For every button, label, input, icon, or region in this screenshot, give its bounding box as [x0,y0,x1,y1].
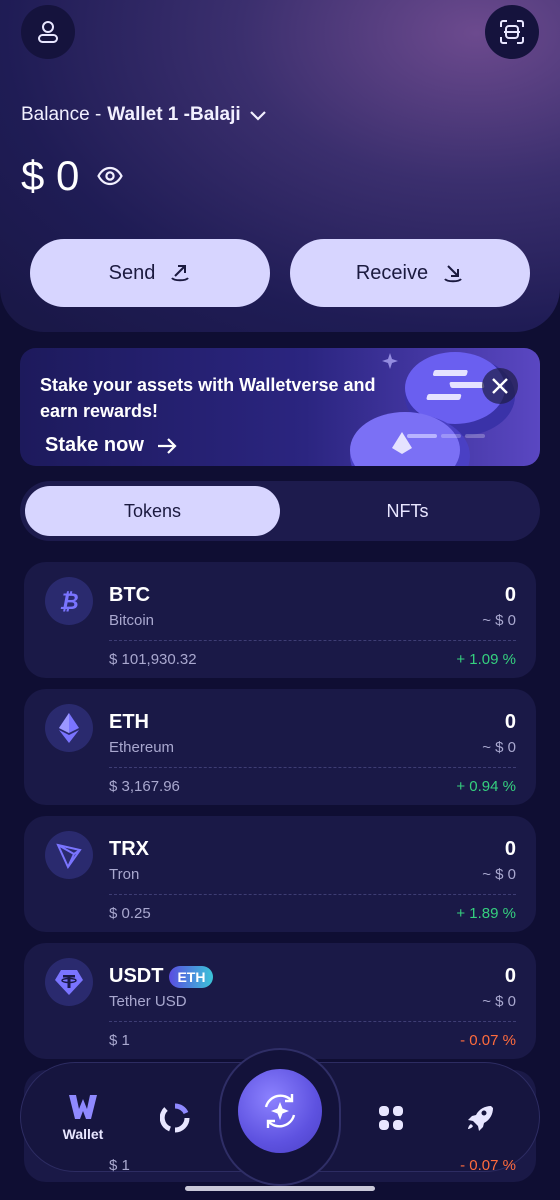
page-dot-active [407,434,437,438]
token-price: $ 3,167.96 [109,778,180,795]
apps-grid-icon [379,1106,403,1130]
balance-prefix: Balance - [21,104,102,125]
token-row-btc[interactable]: ₿ BTC Bitcoin 0 ~ $ 0 $ 101,930.32 + 1.0… [24,562,536,678]
token-name: Tron [109,866,140,883]
token-fiat-value: ~ $ 0 [482,739,516,756]
nav-portfolio[interactable] [135,1063,215,1173]
chart-ring-icon [160,1103,190,1133]
user-icon [38,21,58,43]
network-chip: ETH [169,965,214,988]
send-arrow-icon [171,265,190,282]
token-balance: 0 [504,838,516,860]
stake-now-label: Stake now [45,434,144,456]
token-fiat-value: ~ $ 0 [482,866,516,883]
send-label: Send [108,261,156,284]
token-symbol-text: USDT [109,965,164,987]
token-price: $ 0.25 [109,905,151,922]
receive-label: Receive [355,261,429,284]
token-change: + 1.89 % [456,905,516,922]
partial-token-price: $ 1 [109,1157,130,1174]
swap-icon [264,1094,296,1128]
balance-value: $ 0 [21,152,80,199]
swap-button[interactable] [238,1069,322,1153]
banner-text: Stake your assets with Walletverse and e… [40,375,376,421]
stake-banner[interactable]: Stake your assets with Walletverse and e… [20,348,540,466]
divider [109,1021,516,1022]
token-fiat-value: ~ $ 0 [482,993,516,1010]
divider [109,767,516,768]
token-price: $ 1 [109,1032,130,1049]
receive-button[interactable]: Receive [290,239,530,307]
home-indicator [185,1186,375,1191]
token-name: Ethereum [109,739,175,756]
token-balance: 0 [504,584,516,606]
token-symbol: USDT ETH [109,965,214,988]
token-fiat-value: ~ $ 0 [482,612,516,629]
page-dot [465,434,485,438]
eye-icon[interactable] [97,166,124,186]
token-name: Bitcoin [109,612,155,629]
rocket-icon [468,1106,493,1131]
tab-tokens[interactable]: Tokens [25,486,280,536]
profile-button[interactable] [21,5,75,59]
token-row-trx[interactable]: TRX Tron 0 ~ $ 0 $ 0.25 + 1.89 % [24,816,536,932]
divider [109,894,516,895]
wallet-selector[interactable]: Balance - Wallet 1 -Balaji [21,104,269,126]
send-button[interactable]: Send [30,239,270,307]
svg-text:₿: ₿ [59,590,78,614]
asset-tabs: Tokens NFTs [20,481,540,541]
token-symbol: BTC [109,584,151,606]
nav-wallet-label: Wallet [62,1126,104,1142]
receive-arrow-icon [444,265,462,283]
token-name: Tether USD [109,993,187,1010]
page-dot [441,434,461,438]
close-icon [492,378,508,394]
token-balance: 0 [504,711,516,733]
token-change: + 0.94 % [456,778,516,795]
nav-apps[interactable] [351,1063,431,1173]
divider [109,640,516,641]
scan-button[interactable] [485,5,539,59]
wallet-icon [69,1095,97,1119]
wallet-name: Wallet 1 -Balaji [107,104,241,125]
token-change: + 1.09 % [456,651,516,668]
bitcoin-icon: ₿ [45,577,93,625]
stake-now-link[interactable]: Stake now [45,434,178,457]
token-balance: 0 [504,965,516,987]
banner-pagination [407,434,485,438]
partial-token-change: - 0.07 % [460,1157,516,1174]
token-change: - 0.07 % [460,1032,516,1049]
token-price: $ 101,930.32 [109,651,197,668]
ethereum-icon [45,704,93,752]
token-row-eth[interactable]: ETH Ethereum 0 ~ $ 0 $ 3,167.96 + 0.94 % [24,689,536,805]
token-symbol: ETH [109,711,149,733]
banner-close-button[interactable] [482,368,518,404]
chevron-down-icon [249,111,266,121]
token-symbol: TRX [109,838,149,860]
token-row-usdt[interactable]: USDT ETH Tether USD 0 ~ $ 0 $ 1 - 0.07 % [24,943,536,1059]
tron-icon [45,831,93,879]
balance-amount: $ 0 [21,152,124,200]
tether-icon [45,958,93,1006]
scan-icon [500,20,524,44]
arrow-right-icon [157,437,177,454]
header-panel: Balance - Wallet 1 -Balaji $ 0 Send Rece… [0,0,560,332]
tab-nfts[interactable]: NFTs [280,486,535,536]
